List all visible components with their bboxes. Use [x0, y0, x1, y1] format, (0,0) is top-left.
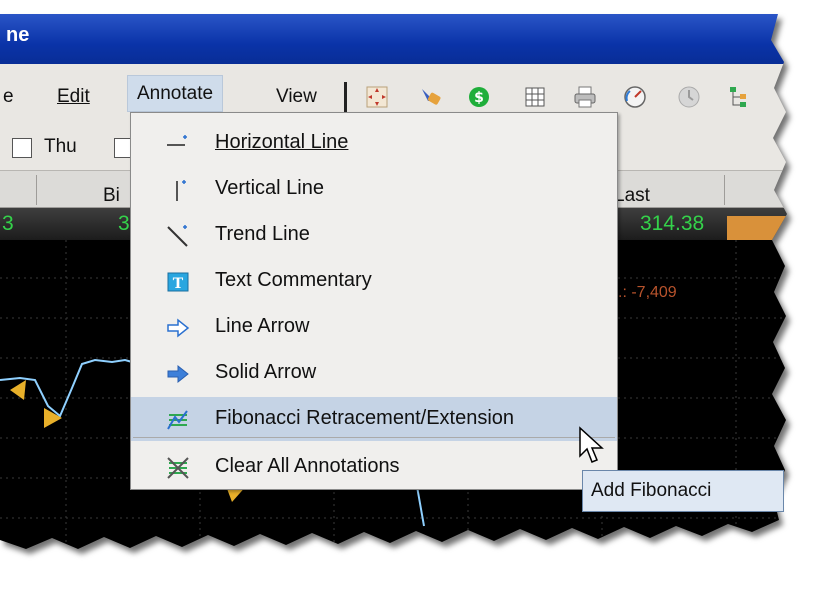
menu-item-trend-line[interactable]: Trend Line	[131, 213, 617, 257]
menu-item-label: Text Commentary	[215, 269, 372, 291]
menu-item-label: Fibonacci Retracement/Extension	[215, 407, 515, 429]
menu-item-text-commentary[interactable]: T Text Commentary	[131, 259, 617, 303]
thu-checkbox-label: Thu	[44, 136, 77, 157]
clear-annotations-icon	[167, 457, 189, 479]
bid-value: 3	[118, 212, 130, 235]
menu-item-clear-all[interactable]: Clear All Annotations	[131, 445, 617, 489]
annotate-dropdown: Horizontal Line Vertical Line Trend Line…	[130, 112, 618, 490]
cursor-paint-icon[interactable]	[418, 84, 444, 110]
menu-item-label: Horizontal Line	[215, 131, 349, 153]
left-value: 3	[2, 212, 14, 235]
window-title: ne	[6, 24, 30, 46]
menu-annotate[interactable]: Annotate	[127, 75, 224, 112]
menu-divider	[133, 437, 615, 438]
tooltip-text: Add Fibonacci	[591, 480, 712, 501]
svg-text:T: T	[173, 276, 184, 292]
speed-gauge-icon[interactable]	[622, 84, 648, 110]
menu-item-label: Trend Line	[215, 223, 310, 245]
menu-item-label: Line Arrow	[215, 315, 310, 337]
toolbar-separator	[344, 82, 347, 116]
menu-edit[interactable]: Edit	[57, 86, 90, 108]
svg-text:$: $	[474, 90, 484, 106]
grid-icon[interactable]	[522, 84, 548, 110]
tooltip: Add Fibonacci	[582, 470, 784, 512]
column-divider	[724, 175, 725, 205]
dollar-circle-icon[interactable]: $	[466, 84, 492, 110]
vertical-line-icon	[176, 180, 186, 201]
crosshair-icon[interactable]	[364, 84, 390, 110]
title-bar: ne	[0, 14, 787, 64]
fibonacci-icon	[167, 410, 188, 430]
last-value: 314.38	[640, 212, 705, 235]
menu-item-horizontal-line[interactable]: Horizontal Line	[131, 121, 617, 165]
solid-arrow-icon	[167, 364, 189, 384]
horizontal-line-icon	[167, 135, 187, 146]
bid-column-header[interactable]: Bi	[103, 185, 120, 207]
menu-view[interactable]: View	[276, 86, 317, 108]
text-commentary-icon: T	[167, 272, 189, 292]
menu-item-label: Clear All Annotations	[215, 455, 400, 477]
clock-icon[interactable]	[676, 84, 702, 110]
thu-checkbox[interactable]	[12, 138, 32, 158]
trend-line-icon	[167, 225, 188, 247]
menu-item-vertical-line[interactable]: Vertical Line	[131, 167, 617, 211]
tree-icon[interactable]	[726, 84, 752, 110]
change-bar	[727, 216, 787, 240]
menu-partial[interactable]: e	[3, 86, 14, 108]
column-divider	[36, 175, 37, 205]
printer-icon[interactable]	[572, 84, 598, 110]
menu-item-label: Vertical Line	[215, 177, 324, 199]
line-arrow-icon	[167, 318, 190, 338]
chart-readout: .: -7,409	[618, 284, 677, 301]
menu-item-line-arrow[interactable]: Line Arrow	[131, 305, 617, 349]
menu-item-fibonacci[interactable]: Fibonacci Retracement/Extension	[131, 397, 617, 441]
last-column-header[interactable]: Last	[614, 185, 650, 207]
mouse-cursor-icon	[579, 426, 604, 463]
menu-item-solid-arrow[interactable]: Solid Arrow	[131, 351, 617, 395]
menu-item-label: Solid Arrow	[215, 361, 317, 383]
